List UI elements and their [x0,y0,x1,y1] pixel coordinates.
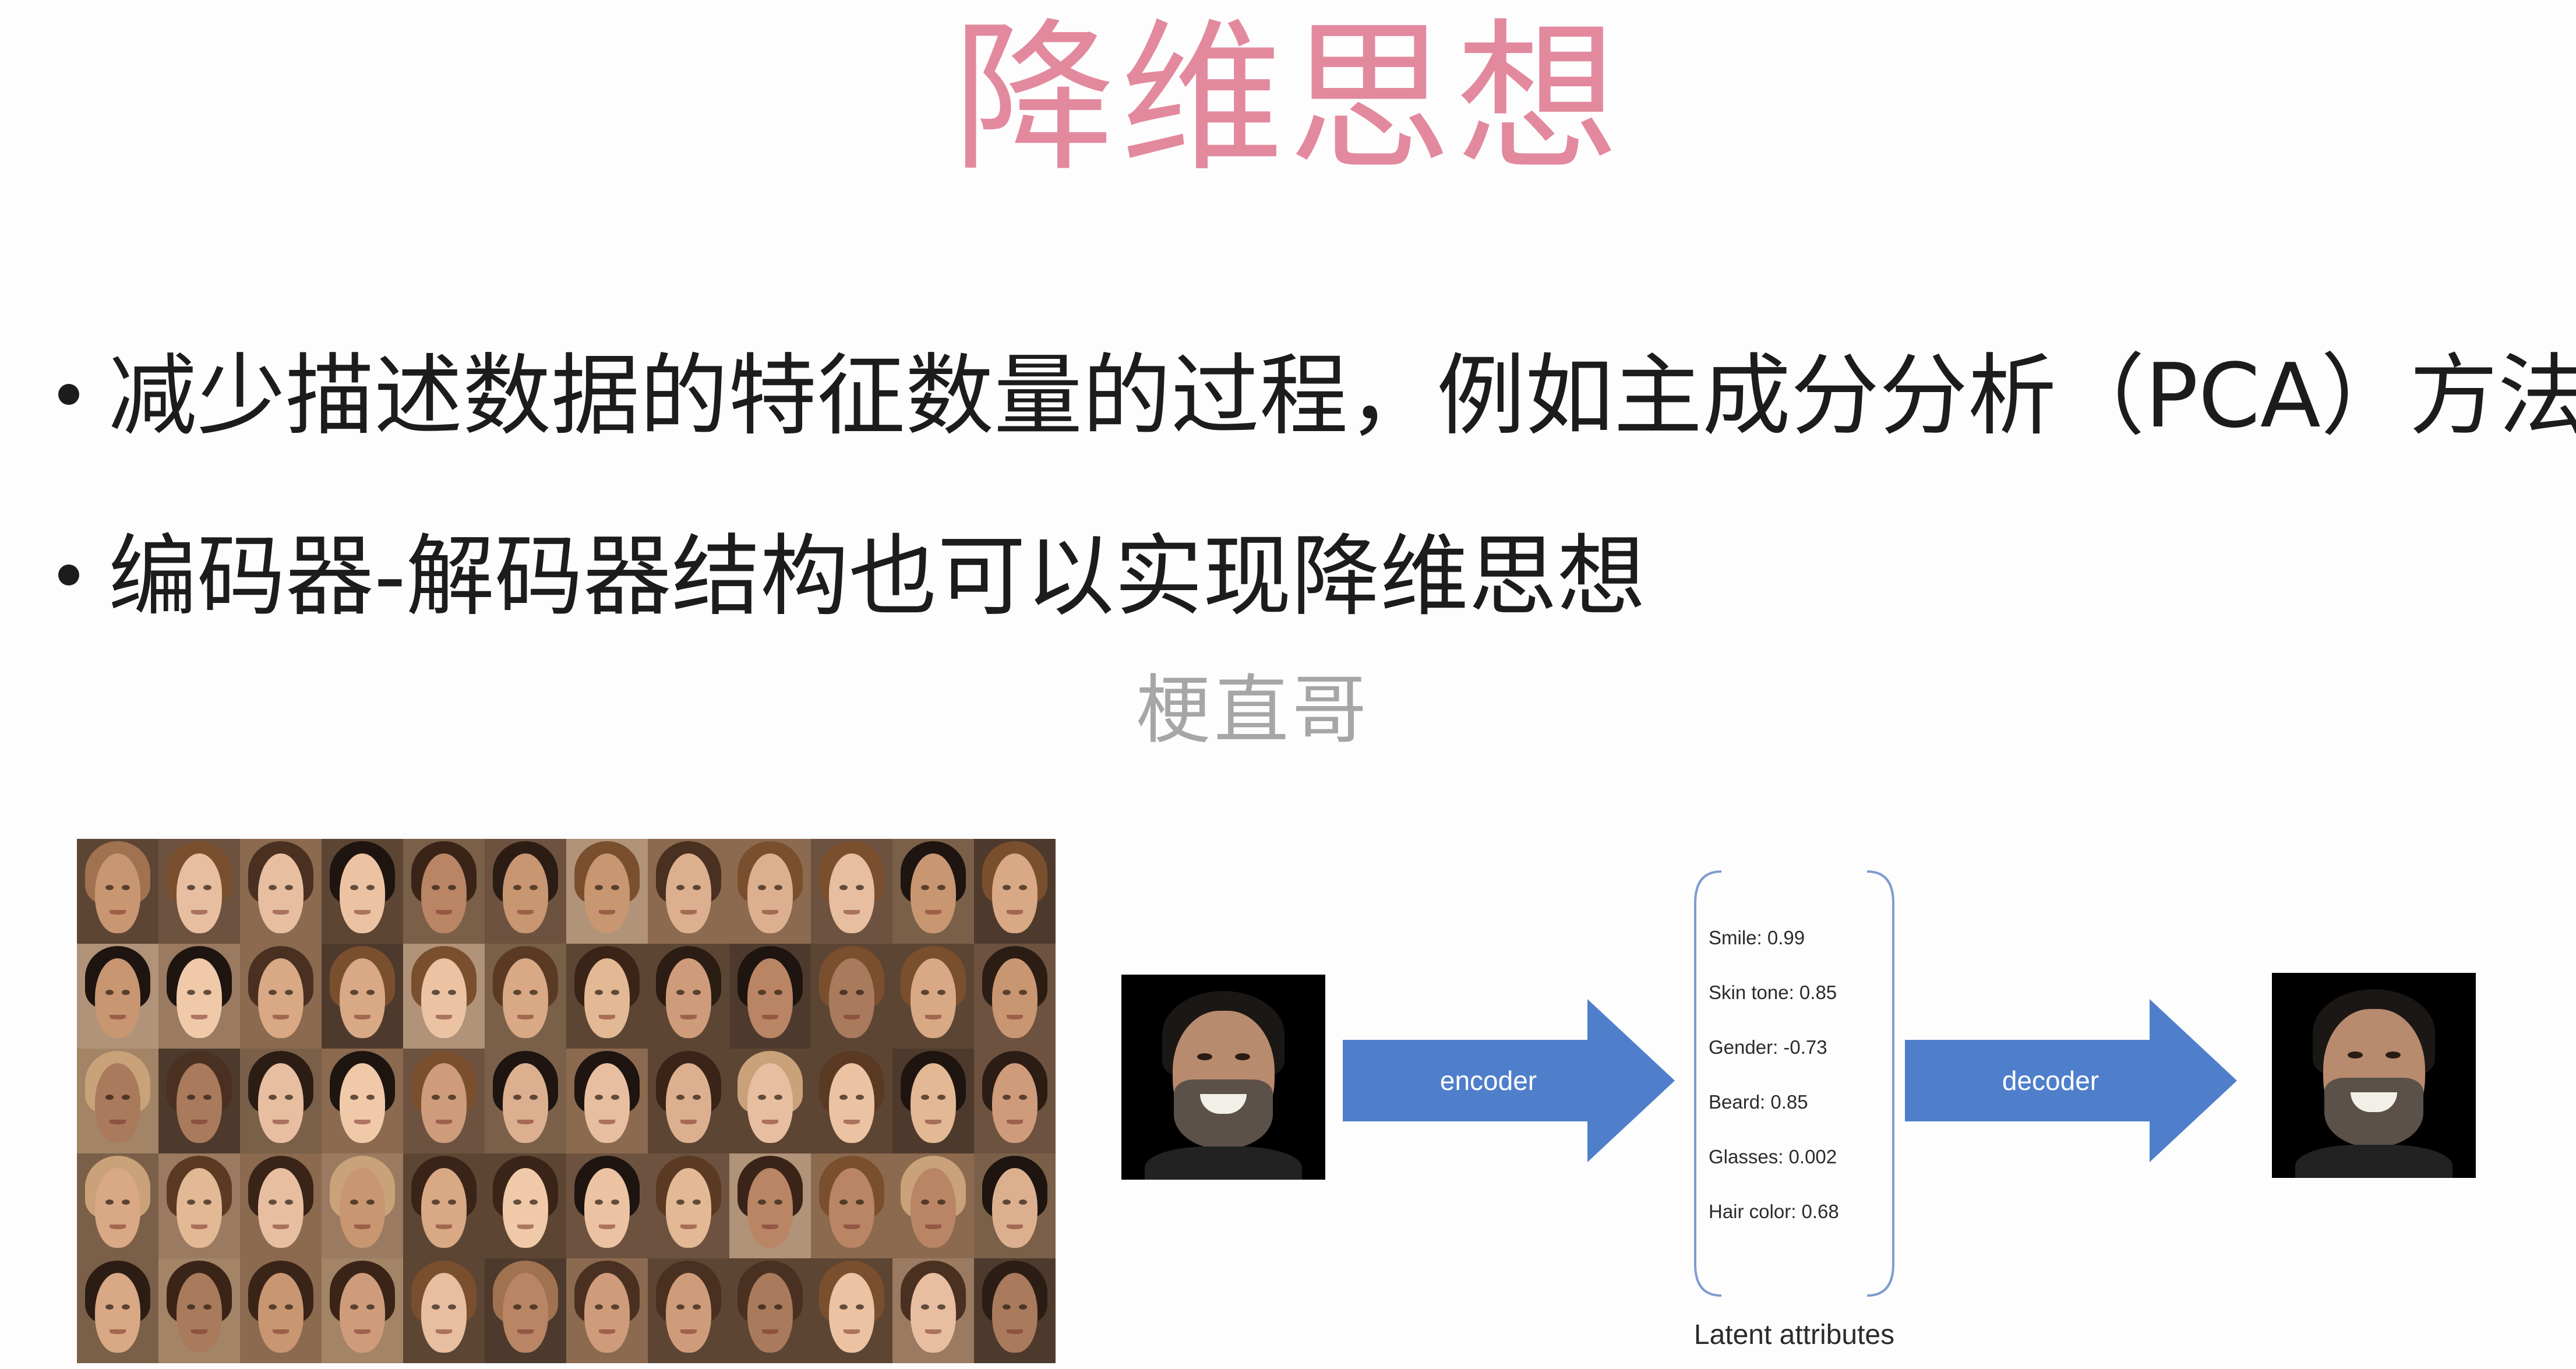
face-thumbnail [322,1258,403,1363]
face-thumbnail [485,944,566,1049]
face-thumbnail [77,944,158,1049]
face-thumbnail [811,1049,892,1153]
face-thumbnail [892,1153,974,1258]
face-thumbnail [811,1258,892,1363]
face-thumbnail [648,944,729,1049]
bullet-text: 编码器-解码器结构也可以实现降维思想 [108,525,1646,628]
latent-attribute: Smile: 0.99 [1709,927,1805,948]
face-thumbnail [403,1153,485,1258]
face-thumbnail [974,944,1056,1049]
latent-attribute: Glasses: 0.002 [1709,1146,1837,1167]
face-thumbnail [892,944,974,1049]
latent-attribute: Skin tone: 0.85 [1709,982,1837,1003]
face-thumbnail [403,944,485,1049]
bullet-dot-icon [58,383,79,405]
face-grid-image [77,839,1056,1363]
encoder-label: encoder [1439,1065,1537,1096]
face-thumbnail [729,1049,811,1153]
output-face-photo [2272,973,2476,1178]
face-thumbnail [77,1153,158,1258]
face-thumbnail [240,839,322,944]
latent-attribute: Gender: -0.73 [1709,1036,1827,1058]
face-thumbnail [158,1049,240,1153]
slide-title: 降维思想 [952,4,1624,194]
bullet-text: 减少描述数据的特征数量的过程，例如主成分分析（PCA）方法 [108,344,2576,447]
face-thumbnail [566,1258,648,1363]
face-thumbnail [892,1258,974,1363]
face-thumbnail [485,1049,566,1153]
face-thumbnail [485,839,566,944]
face-thumbnail [403,1258,485,1363]
bullet-item-encoder-decoder: 编码器-解码器结构也可以实现降维思想 [58,521,1646,632]
face-thumbnail [974,1258,1056,1363]
face-thumbnail [240,1049,322,1153]
face-thumbnail [322,839,403,944]
face-thumbnail [974,1153,1056,1258]
watermark: 梗直哥 [1136,667,1371,754]
face-thumbnail [566,1049,648,1153]
face-thumbnail [485,1258,566,1363]
face-thumbnail [566,839,648,944]
face-thumbnail [811,944,892,1049]
face-thumbnail [648,1258,729,1363]
face-thumbnail [240,944,322,1049]
face-thumbnail [648,1049,729,1153]
face-thumbnail [240,1153,322,1258]
face-thumbnail [648,1153,729,1258]
bullet-dot-icon [58,564,79,585]
face-thumbnail [322,944,403,1049]
face-thumbnail [403,1049,485,1153]
face-thumbnail [322,1049,403,1153]
face-thumbnail [158,839,240,944]
face-thumbnail [974,1049,1056,1153]
face-thumbnail [729,1153,811,1258]
face-thumbnail [566,944,648,1049]
face-thumbnail [729,1258,811,1363]
latent-attribute: Hair color: 0.68 [1709,1201,1839,1222]
face-thumbnail [485,1153,566,1258]
face-thumbnail [892,1049,974,1153]
face-thumbnail [403,839,485,944]
decoder-label: decoder [2002,1065,2099,1096]
face-thumbnail [729,944,811,1049]
face-thumbnail [811,1153,892,1258]
face-thumbnail [811,839,892,944]
latent-caption: Latent attributes [1693,1319,1895,1350]
face-thumbnail [158,944,240,1049]
face-thumbnail [240,1258,322,1363]
input-face-photo [1121,975,1325,1180]
latent-attribute: Beard: 0.85 [1709,1091,1808,1113]
face-thumbnail [648,839,729,944]
face-thumbnail [974,839,1056,944]
face-thumbnail [892,839,974,944]
face-thumbnail [77,839,158,944]
face-thumbnail [158,1153,240,1258]
face-thumbnail [729,839,811,944]
face-thumbnail [322,1153,403,1258]
face-thumbnail [77,1258,158,1363]
face-thumbnail [158,1258,240,1363]
face-thumbnail [566,1153,648,1258]
face-thumbnail [77,1049,158,1153]
bullet-item-pca: 减少描述数据的特征数量的过程，例如主成分分析（PCA）方法 [58,341,2576,451]
